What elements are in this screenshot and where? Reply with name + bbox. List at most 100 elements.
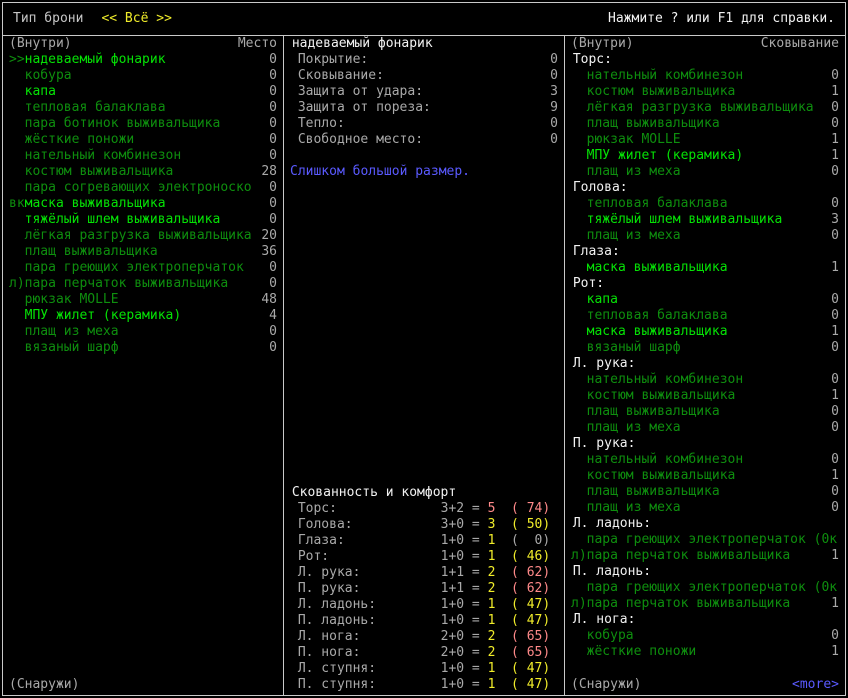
armor-filter-selector[interactable]: << Всё >> [101, 11, 171, 27]
layer-item[interactable]: пара греющих электроперчаток (0к [565, 532, 845, 548]
right-panel-footer: (Снаружи) <more> [565, 677, 845, 693]
item-name: маска выживальщика [24, 196, 166, 211]
bodypart-label: П. ступня: [297, 677, 377, 692]
warmth-value: ( 47) [511, 661, 551, 676]
item-value: 0 [831, 100, 839, 115]
encumbrance-column-header: Сковывание [760, 36, 839, 51]
item-wrap-prefix [571, 420, 587, 436]
layer-item[interactable]: плащ из меха 0 [565, 420, 845, 436]
armor-list-item[interactable]: костюм выживальщика 28 [3, 164, 283, 180]
item-name: лёгкая разгрузка выживальщика [24, 228, 252, 243]
equals-sign: = [464, 597, 488, 612]
armor-list-item[interactable]: плащ из меха 0 [3, 324, 283, 340]
item-stats-list: Покрытие: 0 Сковывание: 0 Защита от удара: 3 З… [284, 52, 564, 148]
item-wrap-prefix [9, 100, 25, 116]
armor-list-item[interactable]: кобура 0 [3, 68, 283, 84]
item-stat-row: Защита от пореза: 9 [284, 100, 564, 116]
item-name: нательный комбинезон [586, 452, 744, 467]
armor-list-item[interactable]: рюкзак MOLLE 48 [3, 292, 283, 308]
layer-item[interactable]: нательный комбинезон 0 [565, 372, 845, 388]
layer-item[interactable]: рюкзак MOLLE 1 [565, 132, 845, 148]
armor-list-item[interactable]: вк маска выживальщика 0 [3, 196, 283, 212]
armor-list-item[interactable]: МПУ жилет (керамика) 4 [3, 308, 283, 324]
encumbrance-total: 2 [487, 629, 496, 644]
encumbrance-formula: 1+0 [440, 613, 465, 628]
equals-sign: = [464, 677, 488, 692]
encumbrance-row: Голова: 3+0 = 3 ( 50) [284, 517, 564, 533]
item-name: пара греющих электроперчаток [24, 260, 244, 275]
item-wrap-prefix [9, 340, 25, 356]
armor-list-item[interactable]: л) пара перчаток выживальщика 0 [3, 276, 283, 292]
layer-item[interactable]: пара греющих электроперчаток (0к [565, 580, 845, 596]
armor-list-item[interactable]: вязаный шарф 0 [3, 340, 283, 356]
item-name: маска выживальщика [586, 260, 728, 275]
encumbrance-total: 2 [487, 581, 496, 596]
item-value: 48 [261, 292, 277, 307]
layer-item[interactable]: костюм выживальщика 1 [565, 468, 845, 484]
more-link[interactable]: <more> [792, 677, 839, 693]
layer-item[interactable]: кобура 0 [565, 628, 845, 644]
encumbrance-row: Торс: 3+2 = 5 ( 74) [284, 501, 564, 517]
armor-list-item[interactable]: пара ботинок выживальщика 0 [3, 116, 283, 132]
layer-item[interactable]: тепловая балаклава 0 [565, 196, 845, 212]
layer-item[interactable]: маска выживальщика 1 [565, 324, 845, 340]
armor-list-item[interactable]: плащ выживальщика 36 [3, 244, 283, 260]
layer-item[interactable]: л) пара перчаток выживальщика 1 [565, 548, 845, 564]
layer-item[interactable]: костюм выживальщика 1 [565, 388, 845, 404]
item-value: 0 [831, 484, 839, 499]
layer-item[interactable]: вязаный шарф 0 [565, 340, 845, 356]
layer-item[interactable]: плащ из меха 0 [565, 164, 845, 180]
item-wrap-prefix [571, 68, 587, 84]
armor-list-item[interactable]: пара греющих электроперчаток 0 [3, 260, 283, 276]
right-panel-header: (Внутри) Сковывание [565, 36, 845, 52]
layer-item[interactable]: нательный комбинезон 0 [565, 68, 845, 84]
armor-list-item[interactable]: нательный комбинезон 0 [3, 148, 283, 164]
layer-item[interactable]: костюм выживальщика 1 [565, 84, 845, 100]
stat-label: Тепло: [297, 116, 345, 131]
layer-item[interactable]: л) пара перчаток выживальщика 1 [565, 596, 845, 612]
item-wrap-prefix [9, 180, 25, 196]
equals-sign: = [464, 645, 488, 660]
layer-item[interactable]: капа 0 [565, 292, 845, 308]
layer-item[interactable]: тяжёлый шлем выживальщика 3 [565, 212, 845, 228]
item-name: кобура [24, 68, 72, 83]
layer-item[interactable]: нательный комбинезон 0 [565, 452, 845, 468]
bodypart-label: Голова: [297, 517, 353, 532]
layer-item[interactable]: плащ выживальщика 0 [565, 404, 845, 420]
encumbrance-row: Глаза: 1+0 = 1 ( 0) [284, 533, 564, 549]
bodypart-section-header: Торс: [572, 52, 612, 67]
item-name: кобура [586, 628, 634, 643]
layer-item[interactable]: МПУ жилет (керамика) 1 [565, 148, 845, 164]
item-wrap-prefix [571, 164, 587, 180]
layer-item[interactable]: тепловая балаклава 0 [565, 308, 845, 324]
item-name: плащ выживальщика [586, 484, 720, 499]
item-name: нательный комбинезон [586, 372, 744, 387]
item-wrap-prefix [571, 388, 587, 404]
layer-item[interactable]: плащ выживальщика 0 [565, 484, 845, 500]
item-value: 0 [269, 196, 277, 211]
layer-item[interactable]: плащ из меха 0 [565, 500, 845, 516]
armor-list-item[interactable]: лёгкая разгрузка выживальщика 20 [3, 228, 283, 244]
item-value: 36 [261, 244, 277, 259]
layer-item[interactable]: лёгкая разгрузка выживальщика 0 [565, 100, 845, 116]
encumbrance-title: Скованность и комфорт [291, 485, 457, 500]
armor-list-item[interactable]: капа 0 [3, 84, 283, 100]
armor-list-item[interactable]: >> надеваемый фонарик 0 [3, 52, 283, 68]
encumbrance-row: Л. ступня: 1+0 = 1 ( 47) [284, 661, 564, 677]
armor-layering-window: Тип брони << Всё >> Нажмите ? или F1 для… [0, 0, 848, 698]
layer-item[interactable]: жёсткие поножи 1 [565, 644, 845, 660]
layer-item[interactable]: маска выживальщика 1 [565, 260, 845, 276]
layer-item[interactable]: плащ из меха 0 [565, 228, 845, 244]
left-panel-footer: (Снаружи) [3, 677, 283, 693]
stat-label: Защита от пореза: [297, 100, 431, 115]
armor-list-item[interactable]: пара согревающих электроноско 0 [3, 180, 283, 196]
item-wrap-prefix [571, 84, 587, 100]
item-wrap-prefix: л) [571, 596, 587, 611]
item-wrap-prefix [9, 324, 25, 340]
armor-list-item[interactable]: тяжёлый шлем выживальщика 0 [3, 212, 283, 228]
item-wrap-prefix [9, 260, 25, 276]
warmth-value: ( 62) [511, 565, 551, 580]
armor-list-item[interactable]: тепловая балаклава 0 [3, 100, 283, 116]
layer-item[interactable]: плащ выживальщика 0 [565, 116, 845, 132]
armor-list-item[interactable]: жёсткие поножи 0 [3, 132, 283, 148]
